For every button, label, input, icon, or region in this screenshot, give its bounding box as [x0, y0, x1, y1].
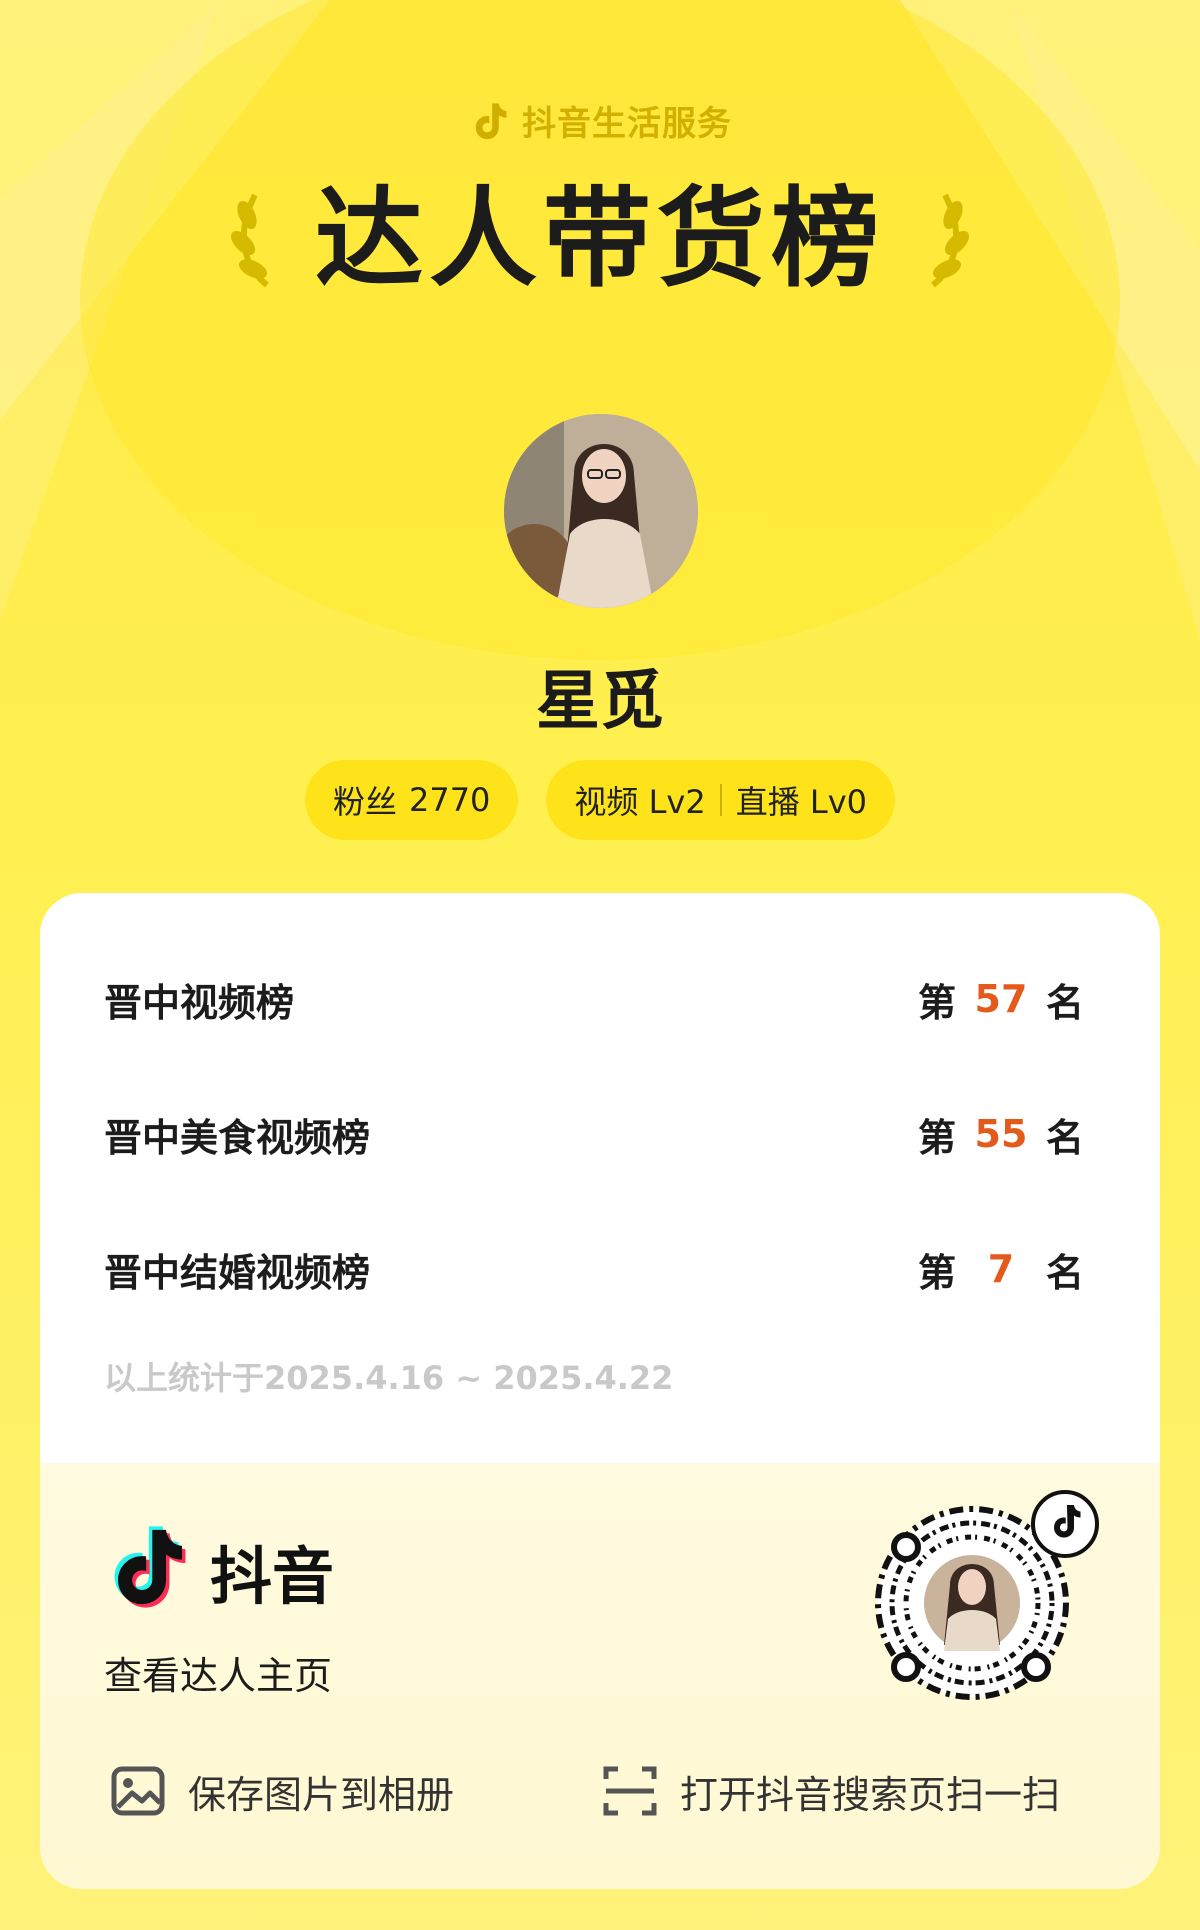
profile-badges: 粉丝 2770 视频 Lv2 直播 Lv0	[0, 760, 1200, 840]
avatar[interactable]	[504, 414, 698, 608]
douyin-brand: 抖音	[104, 1523, 334, 1619]
rank-list-name: 晋中视频榜	[104, 980, 295, 1025]
rank-row: 晋中视频榜 第 57 名	[104, 969, 1084, 1029]
save-image-button[interactable]: 保存图片到相册	[110, 1763, 454, 1819]
laurel-left-icon	[230, 193, 269, 288]
rank-list-name: 晋中结婚视频榜	[104, 1250, 371, 1295]
rank-prefix: 第	[917, 1115, 956, 1160]
ranking-card: 晋中视频榜 第 57 名 晋中美食视频榜 第 55 名 晋中结婚视频榜 第 7 …	[40, 893, 1160, 1889]
douyin-logo-icon	[114, 1526, 186, 1608]
rank-prefix: 第	[917, 1250, 956, 1295]
fans-count: 2770	[408, 781, 491, 819]
title-row: 达人带货榜	[0, 185, 1200, 295]
douyin-logo-icon	[475, 102, 507, 139]
rank-position: 第 57 名	[918, 972, 1084, 1027]
view-home-label: 查看达人主页	[104, 1654, 333, 1698]
scan-button[interactable]: 打开抖音搜索页扫一扫	[602, 1763, 1060, 1819]
rank-number: 7	[987, 1247, 1015, 1291]
stat-period: 以上统计于2025.4.16 ~ 2025.4.22	[104, 1359, 674, 1397]
rank-prefix: 第	[917, 980, 956, 1025]
rank-suffix: 名	[1045, 1250, 1084, 1295]
page-title: 达人带货榜	[314, 177, 885, 302]
qr-douyin-logo-icon	[1031, 1490, 1099, 1558]
scan-icon	[603, 1766, 657, 1816]
rank-suffix: 名	[1045, 980, 1084, 1025]
rank-position: 第 55 名	[918, 1107, 1084, 1162]
scan-tip-label: 打开抖音搜索页扫一扫	[680, 1772, 1061, 1817]
avatar-image	[504, 414, 698, 608]
rank-row: 晋中结婚视频榜 第 7 名	[104, 1239, 1084, 1299]
rank-row: 晋中美食视频榜 第 55 名	[104, 1104, 1084, 1164]
rank-suffix: 名	[1045, 1115, 1084, 1160]
service-name: 抖音生活服务	[522, 104, 732, 144]
badge-divider	[719, 784, 722, 816]
fans-badge: 粉丝 2770	[304, 760, 519, 840]
video-level: 视频 Lv2	[574, 783, 706, 821]
service-header: 抖音生活服务	[0, 96, 1200, 145]
rank-position: 第 7 名	[918, 1242, 1084, 1297]
image-icon	[111, 1766, 165, 1816]
level-badge: 视频 Lv2 直播 Lv0	[546, 760, 896, 840]
rank-list-name: 晋中美食视频榜	[104, 1115, 371, 1160]
rank-number: 55	[974, 1112, 1028, 1156]
brand-name: 抖音	[210, 1540, 335, 1613]
live-level: 直播 Lv0	[735, 783, 868, 821]
profile-name: 星觅	[536, 665, 664, 739]
laurel-right-icon	[931, 193, 970, 288]
rank-number: 57	[974, 977, 1028, 1021]
fans-label: 粉丝	[332, 783, 397, 821]
save-image-label: 保存图片到相册	[188, 1772, 455, 1817]
